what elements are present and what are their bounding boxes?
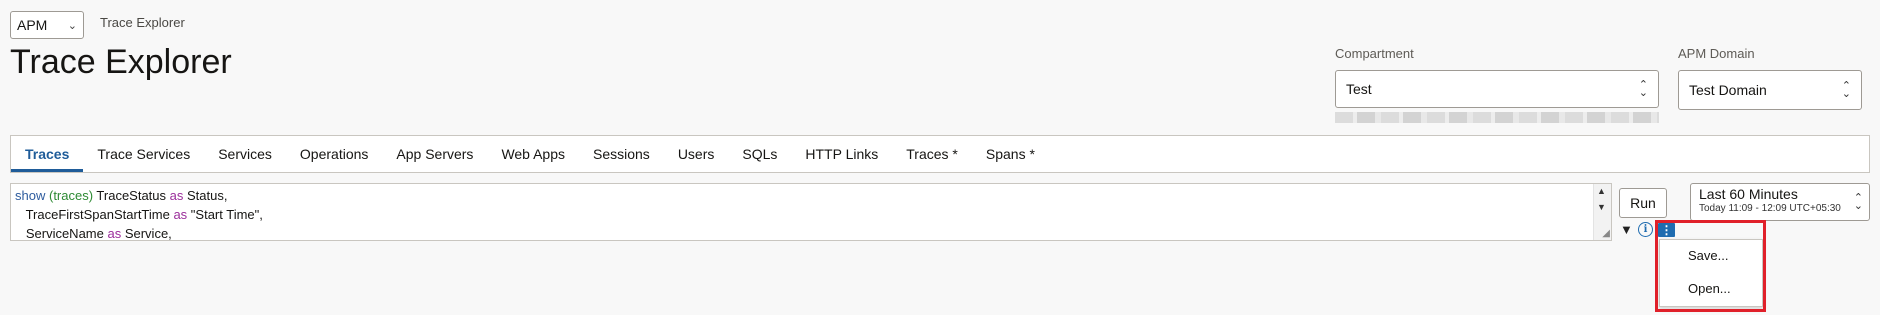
query-field: TraceFirstSpanStartTime bbox=[15, 207, 174, 222]
app-select[interactable]: APM ⌄ bbox=[10, 11, 84, 39]
query-line: TraceFirstSpanStartTime as "Start Time", bbox=[15, 205, 1607, 224]
tab-bar: Traces Trace Services Services Operation… bbox=[10, 135, 1870, 173]
sort-updown-icon: ⌃ ⌄ bbox=[1853, 192, 1863, 212]
compartment-label: Compartment bbox=[1335, 46, 1414, 61]
scroll-down-icon[interactable]: ▼ bbox=[1597, 202, 1606, 212]
compartment-path-blurred bbox=[1335, 112, 1659, 123]
time-range-detail: Today 11:09 - 12:09 UTC+05:30 bbox=[1699, 203, 1841, 214]
tab-traces-custom[interactable]: Traces * bbox=[892, 136, 972, 172]
time-range-select[interactable]: Last 60 Minutes Today 11:09 - 12:09 UTC+… bbox=[1690, 183, 1870, 221]
apm-domain-select[interactable]: Test Domain ⌃ ⌄ bbox=[1678, 70, 1862, 110]
tab-traces[interactable]: Traces bbox=[11, 136, 84, 172]
sort-updown-icon: ⌃ ⌄ bbox=[1841, 80, 1851, 100]
app-select-value: APM bbox=[17, 17, 48, 33]
query-keyword-as: as bbox=[173, 207, 188, 222]
highlight-annotation-box bbox=[1655, 220, 1766, 312]
query-field: TraceStatus bbox=[93, 188, 170, 203]
info-icon[interactable]: i bbox=[1638, 222, 1653, 237]
time-range-label: Last 60 Minutes bbox=[1699, 186, 1798, 202]
query-line: ServiceName as Service, bbox=[15, 224, 1607, 243]
tab-spans-custom[interactable]: Spans * bbox=[972, 136, 1049, 172]
tab-app-servers[interactable]: App Servers bbox=[382, 136, 487, 172]
tab-users[interactable]: Users bbox=[664, 136, 729, 172]
query-alias: Service, bbox=[121, 226, 172, 241]
run-button[interactable]: Run bbox=[1619, 188, 1667, 218]
breadcrumb[interactable]: Trace Explorer bbox=[100, 15, 185, 30]
query-line: show (traces) TraceStatus as Status, bbox=[15, 186, 1607, 205]
compartment-value: Test bbox=[1346, 81, 1372, 97]
tab-services[interactable]: Services bbox=[204, 136, 286, 172]
tab-trace-services[interactable]: Trace Services bbox=[83, 136, 204, 172]
query-keyword: show bbox=[15, 188, 46, 203]
tab-sessions[interactable]: Sessions bbox=[579, 136, 664, 172]
query-alias: Status, bbox=[183, 188, 228, 203]
tab-sqls[interactable]: SQLs bbox=[728, 136, 791, 172]
chevron-down-icon: ⌄ bbox=[67, 19, 77, 32]
apm-domain-label: APM Domain bbox=[1678, 46, 1755, 61]
sort-updown-icon: ⌃ ⌄ bbox=[1638, 79, 1648, 99]
query-field: ServiceName bbox=[15, 226, 108, 241]
scroll-up-icon[interactable]: ▲ bbox=[1597, 186, 1606, 196]
query-source: (traces) bbox=[48, 188, 94, 203]
resize-grip-icon[interactable]: ◢ bbox=[1602, 228, 1610, 239]
query-keyword-as: as bbox=[169, 188, 184, 203]
tab-operations[interactable]: Operations bbox=[286, 136, 382, 172]
apm-domain-value: Test Domain bbox=[1689, 82, 1767, 98]
query-keyword-as: as bbox=[107, 226, 122, 241]
query-editor[interactable]: show (traces) TraceStatus as Status, Tra… bbox=[10, 183, 1612, 241]
editor-scrollbar[interactable]: ▲ ▼ ◢ bbox=[1593, 184, 1611, 240]
query-alias: "Start Time", bbox=[187, 207, 263, 222]
compartment-select[interactable]: Test ⌃ ⌄ bbox=[1335, 70, 1659, 108]
tab-http-links[interactable]: HTTP Links bbox=[791, 136, 892, 172]
tab-web-apps[interactable]: Web Apps bbox=[487, 136, 579, 172]
collapse-triangle-icon[interactable]: ▼ bbox=[1620, 222, 1633, 237]
page-title: Trace Explorer bbox=[10, 43, 232, 81]
